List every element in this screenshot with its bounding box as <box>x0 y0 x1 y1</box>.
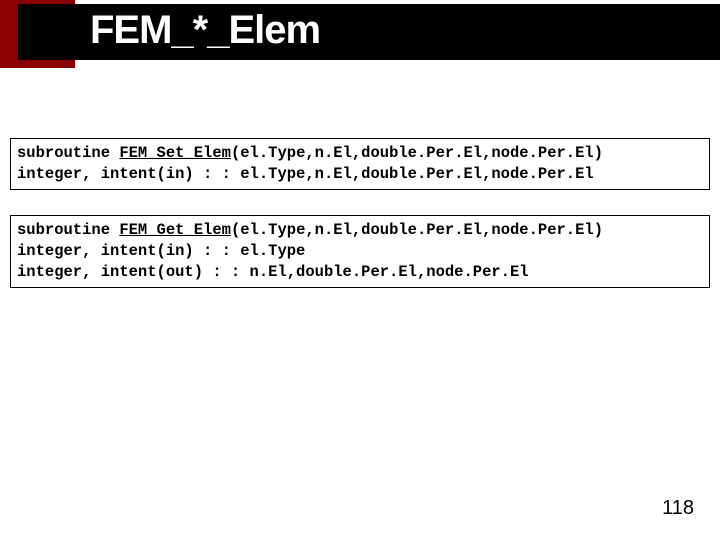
code-line: integer, intent(in) : : el.Type,n.El,dou… <box>17 165 594 183</box>
page-number: 118 <box>662 497 694 520</box>
page-title: FEM_*_Elem <box>90 8 320 53</box>
subroutine-name: FEM_Get_Elem <box>119 221 231 239</box>
subroutine-signature: (el.Type,n.El,double.Per.El,node.Per.El) <box>231 221 603 239</box>
subroutine-signature: (el.Type,n.El,double.Per.El,node.Per.El) <box>231 144 603 162</box>
code-line: integer, intent(out) : : n.El,double.Per… <box>17 263 529 281</box>
keyword-subroutine: subroutine <box>17 221 119 239</box>
keyword-subroutine: subroutine <box>17 144 119 162</box>
code-block-get-elem: subroutine FEM_Get_Elem(el.Type,n.El,dou… <box>10 215 710 288</box>
code-line: integer, intent(in) : : el.Type <box>17 242 305 260</box>
code-block-set-elem: subroutine FEM_Set_Elem(el.Type,n.El,dou… <box>10 138 710 190</box>
slide-header: FEM_*_Elem <box>0 0 720 68</box>
subroutine-name: FEM_Set_Elem <box>119 144 231 162</box>
